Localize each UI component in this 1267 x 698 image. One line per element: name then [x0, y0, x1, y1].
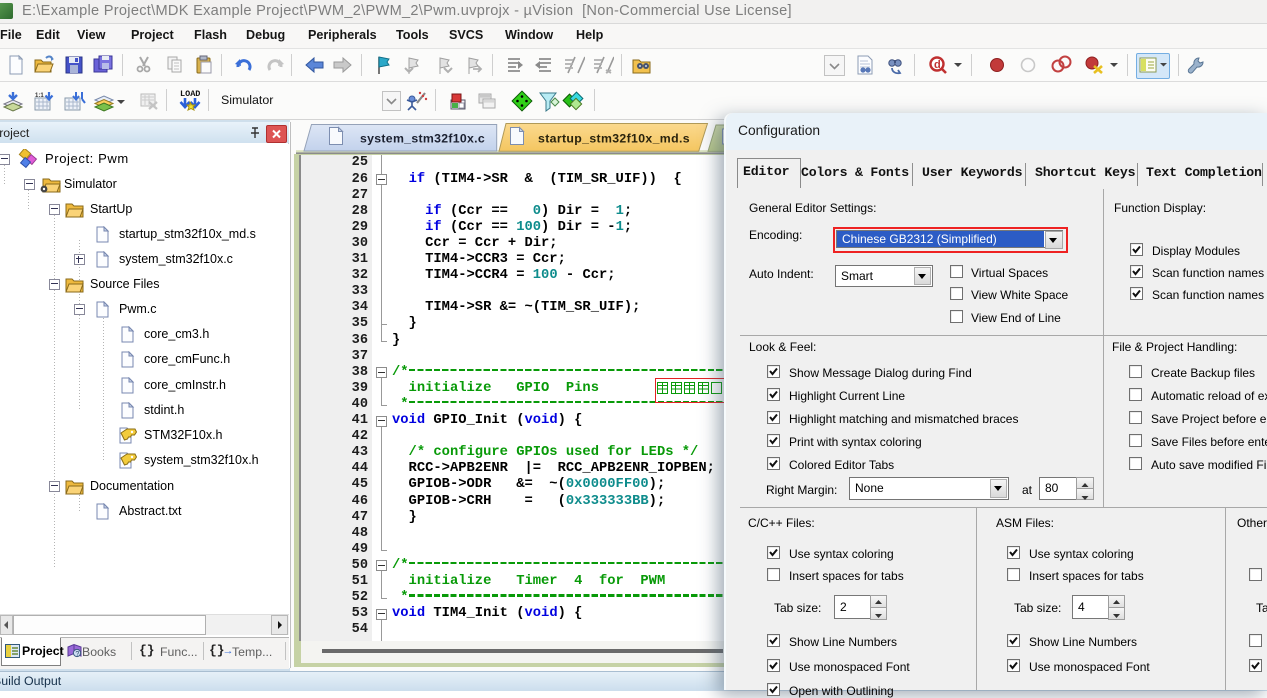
- svg-text:system_stm32f10x.c: system_stm32f10x.c: [360, 132, 485, 146]
- svg-text:d: d: [934, 59, 941, 71]
- svg-text:LOAD: LOAD: [180, 89, 200, 99]
- svg-text:startup_stm32f10x_md.s: startup_stm32f10x_md.s: [538, 132, 690, 146]
- svg-text:1:1: 1:1: [35, 93, 44, 99]
- svg-text:?: ?: [75, 651, 79, 658]
